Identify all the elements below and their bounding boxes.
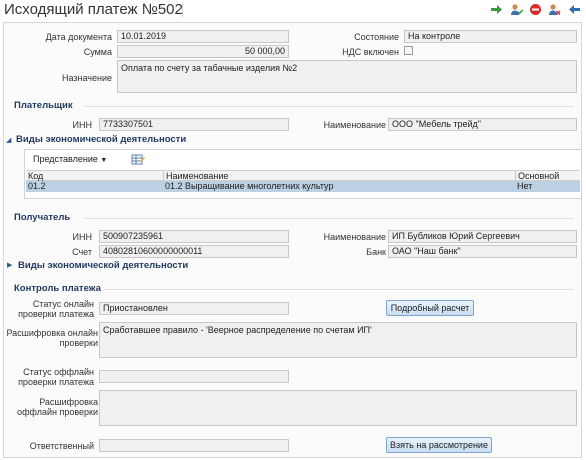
payer-inn-field[interactable]: 7733307501 bbox=[99, 118, 289, 131]
row-code-cell: 01.2 bbox=[28, 181, 46, 191]
collapsed-triangle-icon[interactable]: ▶ bbox=[7, 261, 12, 269]
online-decode-field[interactable]: Сработавшее правило - 'Веерное распредел… bbox=[99, 322, 577, 358]
row-main-cell: Нет bbox=[517, 181, 533, 191]
view-dropdown-label: Представление bbox=[33, 154, 98, 164]
recipient-account-field[interactable]: 40802810600000000011 bbox=[99, 245, 289, 258]
title-bar: Исходящий платеж №502 bbox=[0, 0, 586, 20]
responsible-label: Ответственный bbox=[29, 441, 94, 451]
user-remove-icon[interactable] bbox=[548, 3, 561, 16]
recipient-bank-field[interactable]: ОАО "Наш банк" bbox=[388, 245, 577, 258]
payer-section-divider bbox=[84, 106, 574, 107]
state-field[interactable]: На контроле bbox=[404, 30, 577, 43]
activities-subpanel: Представление ▼ Код Наименование Основно… bbox=[24, 149, 582, 199]
title-separator bbox=[182, 3, 183, 17]
control-section-title: Контроль платежа bbox=[14, 283, 101, 294]
recipient-name-field[interactable]: ИП Бубликов Юрий Сергеевич bbox=[388, 230, 577, 243]
take-for-review-button[interactable]: Взять на рассмотрение bbox=[386, 437, 492, 453]
online-status-field[interactable]: Приостановлен bbox=[99, 302, 289, 315]
purpose-field[interactable]: Оплата по счету за табачные изделия №2 bbox=[117, 60, 577, 93]
dropdown-arrow-icon: ▼ bbox=[100, 157, 108, 164]
activities-toolbar: Представление ▼ bbox=[25, 150, 581, 170]
online-decode-label: Расшифровка онлайн проверки bbox=[6, 328, 98, 348]
control-section-divider bbox=[104, 289, 574, 290]
recipient-inn-field[interactable]: 500907235961 bbox=[99, 230, 289, 243]
window-title: Исходящий платеж №502 bbox=[4, 1, 183, 18]
table-row[interactable]: 01.2 01.2 Выращивание многолетних культу… bbox=[26, 181, 580, 192]
recipient-activities-title[interactable]: Виды экономической деятельности bbox=[18, 260, 188, 271]
sum-label: Сумма bbox=[83, 47, 112, 57]
payer-name-field[interactable]: ООО "Мебель трейд" bbox=[388, 118, 577, 131]
responsible-field[interactable] bbox=[99, 439, 289, 452]
view-dropdown-button[interactable]: Представление ▼ bbox=[33, 154, 107, 166]
payer-name-label: Наименование bbox=[323, 120, 386, 130]
vat-label: НДС включен bbox=[342, 47, 399, 57]
expanded-triangle-icon[interactable]: ◢ bbox=[6, 136, 11, 144]
row-name-cell: 01.2 Выращивание многолетних культур bbox=[165, 181, 334, 191]
recipient-bank-label: Банк bbox=[366, 247, 386, 257]
online-status-label: Статус онлайн проверки платежа bbox=[18, 299, 94, 319]
detail-calculation-button[interactable]: Подробный расчет bbox=[386, 300, 474, 316]
stop-icon[interactable] bbox=[529, 3, 542, 16]
sum-field[interactable]: 50 000,00 bbox=[117, 45, 289, 58]
vat-checkbox[interactable] bbox=[404, 46, 413, 55]
edit-table-icon[interactable] bbox=[131, 153, 145, 166]
purpose-label: Назначение bbox=[61, 73, 112, 83]
payer-activities-title[interactable]: Виды экономической деятельности bbox=[16, 134, 186, 145]
arrow-left-icon[interactable] bbox=[568, 3, 581, 16]
recipient-inn-label: ИНН bbox=[72, 232, 92, 242]
offline-status-label: Статус оффлайн проверки платежа bbox=[18, 367, 94, 387]
recipient-section-title: Получатель bbox=[14, 212, 71, 223]
date-label: Дата документа bbox=[45, 32, 112, 42]
state-label: Состояние bbox=[354, 32, 399, 42]
offline-decode-label: Расшифровка оффлайн проверки bbox=[17, 397, 98, 417]
recipient-section-divider bbox=[84, 218, 574, 219]
form-panel: Дата документа 10.01.2019 Состояние На к… bbox=[3, 22, 582, 458]
offline-decode-field[interactable] bbox=[99, 390, 577, 426]
user-check-icon[interactable] bbox=[510, 3, 523, 16]
recipient-account-label: Счет bbox=[72, 247, 92, 257]
offline-status-field[interactable] bbox=[99, 370, 289, 383]
arrow-right-icon[interactable] bbox=[490, 3, 503, 16]
payer-section-title: Плательщик bbox=[14, 100, 73, 111]
payer-inn-label: ИНН bbox=[72, 120, 92, 130]
table-header: Код Наименование Основной bbox=[26, 170, 580, 182]
recipient-name-label: Наименование bbox=[323, 232, 386, 242]
date-field[interactable]: 10.01.2019 bbox=[117, 30, 289, 43]
